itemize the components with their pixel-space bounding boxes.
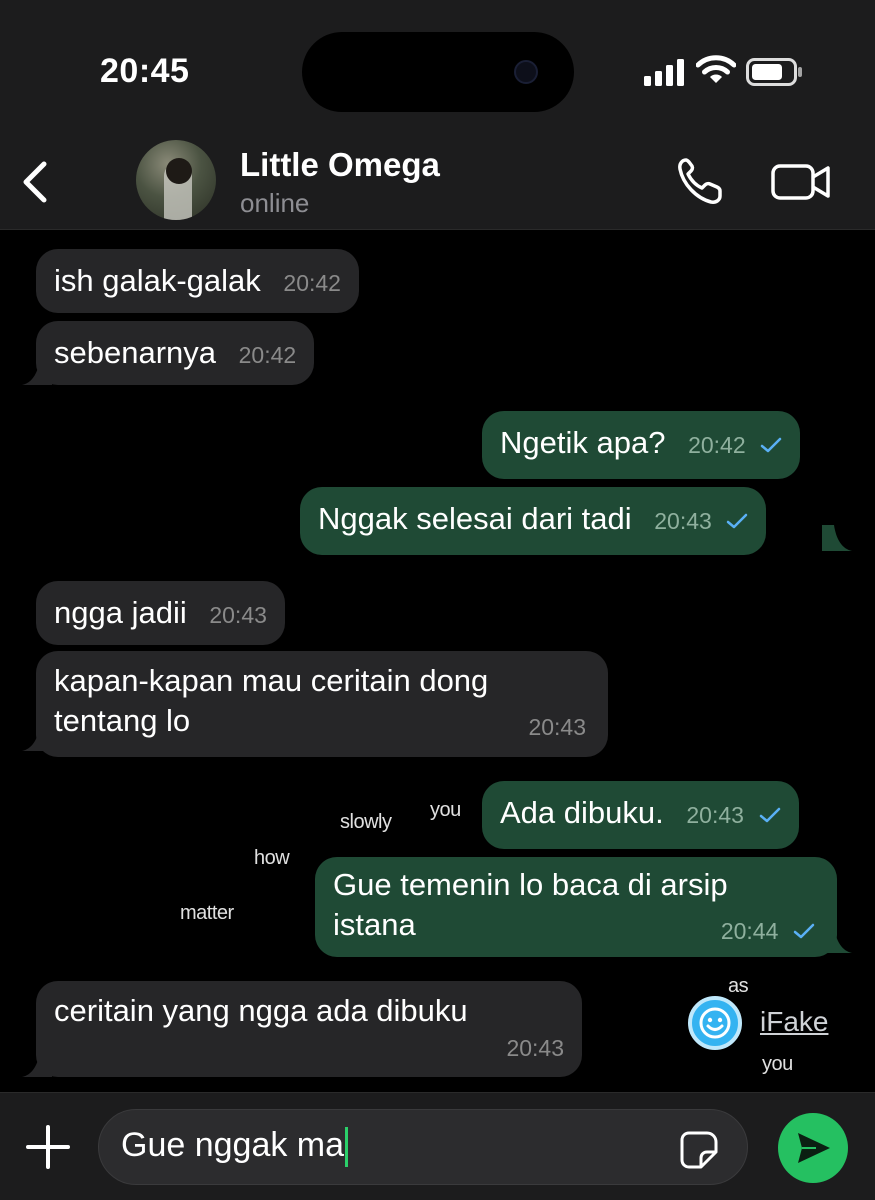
chat-header: Little Omega online (0, 130, 875, 230)
message-text: Gue temenin lo baca di arsip (333, 867, 728, 902)
battery-icon (746, 58, 802, 86)
dynamic-island (302, 32, 574, 112)
status-bar: 20:45 (0, 0, 875, 130)
overlay-word: you (762, 1053, 793, 1075)
status-time: 20:45 (100, 52, 190, 90)
message-input[interactable]: Gue nggak ma (98, 1109, 748, 1185)
cellular-signal-icon (644, 59, 684, 86)
outgoing-message[interactable]: Ngetik apa? 20:42 (482, 411, 801, 479)
incoming-message[interactable]: kapan-kapan mau ceritain dong tentang lo… (36, 651, 608, 757)
smiley-icon (688, 996, 742, 1050)
outgoing-message[interactable]: Gue temenin lo baca di arsip istana 20:4… (315, 857, 837, 957)
overlay-word: how (254, 847, 290, 869)
message-time: 20:43 (686, 802, 744, 828)
wifi-icon (696, 55, 736, 83)
message-text: sebenarnya (54, 335, 217, 370)
outgoing-message[interactable]: Ada dibuku. 20:43 (482, 781, 799, 849)
message-list: slowly you how matter as you ish galak-g… (0, 231, 875, 1091)
phone-call-icon[interactable] (676, 156, 724, 206)
message-time: 20:43 (528, 714, 586, 740)
text-caret (345, 1127, 349, 1168)
sticker-icon[interactable] (679, 1130, 719, 1170)
incoming-message[interactable]: ish galak-galak 20:42 (36, 249, 359, 313)
message-time: 20:43 (654, 508, 712, 534)
bubble-tail (22, 359, 52, 385)
send-button[interactable] (778, 1113, 848, 1183)
overlay-word: matter (180, 902, 234, 924)
send-arrow-icon (798, 1133, 830, 1163)
bubble-tail (822, 927, 852, 953)
composer-bar: Gue nggak ma (0, 1092, 875, 1200)
message-time: 20:42 (688, 432, 746, 458)
read-check-icon (759, 807, 780, 823)
overlay-word: slowly (340, 811, 392, 833)
message-text: ish galak-galak (54, 263, 261, 298)
read-check-icon (793, 923, 815, 939)
message-time: 20:43 (506, 1035, 564, 1061)
read-check-icon (761, 437, 782, 453)
outgoing-message[interactable]: Nggak selesai dari tadi 20:43 (300, 487, 767, 555)
ifake-watermark: iFake (688, 996, 838, 1052)
message-time: 20:42 (238, 342, 297, 368)
incoming-message[interactable]: sebenarnya 20:42 (36, 321, 315, 385)
incoming-message[interactable]: ngga jadii 20:43 (36, 581, 285, 645)
bubble-tail (22, 725, 52, 751)
bubble-tail (22, 1051, 52, 1077)
message-text: Ngetik apa? (500, 425, 666, 460)
message-text: Nggak selesai dari tadi (318, 501, 632, 536)
message-time: 20:44 (720, 918, 779, 944)
message-text: tentang lo (54, 703, 191, 738)
message-text: istana (333, 907, 416, 942)
overlay-word: as (728, 975, 749, 997)
read-check-icon (727, 513, 748, 529)
message-time: 20:42 (283, 270, 341, 296)
draft-text: Gue nggak ma (121, 1126, 345, 1164)
watermark-label: iFake (760, 1006, 829, 1037)
message-text: ceritain yang ngga ada dibuku (54, 993, 468, 1028)
bubble-tail (822, 525, 852, 551)
contact-status: online (240, 188, 310, 218)
message-text: Ada dibuku. (500, 795, 664, 830)
plus-icon[interactable] (24, 1123, 72, 1171)
overlay-word: you (430, 799, 461, 821)
message-time: 20:43 (209, 602, 267, 628)
avatar-hair (166, 158, 192, 184)
message-text: kapan-kapan mau ceritain dong (54, 663, 489, 698)
message-text: ngga jadii (54, 595, 187, 630)
avatar[interactable] (136, 140, 216, 220)
video-call-icon[interactable] (770, 160, 832, 204)
incoming-message[interactable]: ceritain yang ngga ada dibuku 20:43 (36, 981, 582, 1077)
contact-name[interactable]: Little Omega (240, 146, 440, 184)
camera-icon (514, 60, 538, 84)
back-arrow-icon[interactable] (16, 160, 56, 204)
